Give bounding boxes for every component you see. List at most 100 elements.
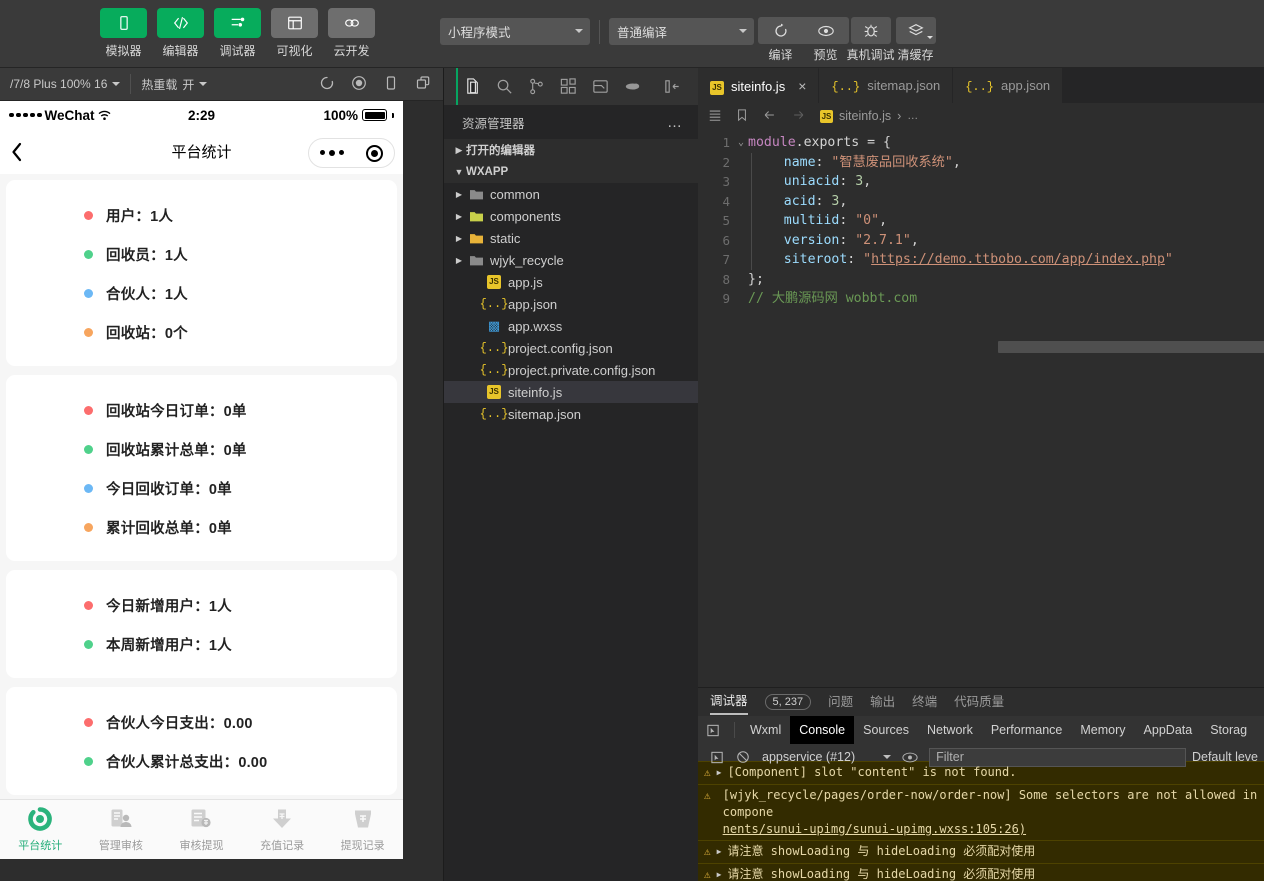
breadcrumb[interactable]: JS siteinfo.js › … xyxy=(820,109,918,123)
mode-button-label: 云开发 xyxy=(333,42,369,59)
devtools-tab-5[interactable]: Memory xyxy=(1071,716,1134,744)
file-tree-item[interactable]: {..}project.private.config.json xyxy=(444,359,698,381)
stats-scroll-area[interactable]: 用户：1人回收员：1人合伙人：1人回收站：0个回收站今日订单：0单回收站累计总单… xyxy=(0,174,403,819)
bookmark-icon[interactable] xyxy=(736,108,748,125)
devtools-tab-0[interactable]: Wxml xyxy=(741,716,790,744)
file-tree-item[interactable]: ▶static xyxy=(444,227,698,249)
collapse-panel-icon[interactable] xyxy=(656,68,688,105)
project-section[interactable]: ▼ WXAPP xyxy=(444,161,698,183)
devtools-tab-2[interactable]: Sources xyxy=(854,716,918,744)
code-line: 9// 大鹏源码网 wobbt.com xyxy=(698,289,1264,309)
context-select[interactable]: appservice (#12) xyxy=(756,750,897,764)
editor-tab-0[interactable]: JSsiteinfo.js× xyxy=(698,68,819,103)
file-tree-item[interactable]: {..}sitemap.json xyxy=(444,403,698,425)
console-log-row[interactable]: ⚠[wjyk_recycle/pages/order-now/order-now… xyxy=(698,784,1264,840)
tab-2[interactable]: 审核提现 xyxy=(161,800,242,859)
file-tree-label: static xyxy=(490,231,520,246)
extensions-icon[interactable] xyxy=(552,68,584,105)
tab-0[interactable]: 平台统计 xyxy=(0,800,81,859)
eye-icon[interactable] xyxy=(897,751,923,764)
source-control-icon[interactable] xyxy=(520,68,552,105)
file-tree-item[interactable]: {..}app.json xyxy=(444,293,698,315)
wechat-capsule[interactable] xyxy=(308,138,395,168)
tab-1[interactable]: 管理审核 xyxy=(81,800,162,859)
more-actions-icon[interactable]: … xyxy=(667,114,684,131)
open-editors-section[interactable]: ▶ 打开的编辑器 xyxy=(444,139,698,161)
mode-select[interactable]: 小程序模式 xyxy=(440,18,590,45)
action-button-1[interactable]: 预览 xyxy=(803,15,848,63)
close-icon[interactable]: × xyxy=(798,78,806,94)
file-tree: ▶common▶components▶static▶wjyk_recycleJS… xyxy=(444,183,698,425)
panel-tab-3[interactable]: 终端 xyxy=(912,691,937,714)
docker-icon[interactable] xyxy=(616,68,648,105)
tab-4[interactable]: 提现记录 xyxy=(322,800,403,859)
console-log-list[interactable]: ⚠▶[Component] slot "content" is not foun… xyxy=(698,761,1264,881)
device-icon[interactable] xyxy=(383,75,399,94)
files-icon[interactable] xyxy=(456,68,488,105)
file-tree-label: components xyxy=(490,209,561,224)
file-tree-item[interactable]: {..}project.config.json xyxy=(444,337,698,359)
console-log-row[interactable]: ⚠▶请注意 showLoading 与 hideLoading 必须配对使用 xyxy=(698,863,1264,881)
refresh-icon xyxy=(758,15,804,46)
code-area[interactable]: 1⌄module.exports = {2 name: "智慧废品回收系统",3… xyxy=(698,129,1264,309)
stat-row: 今日新增用户：1人 xyxy=(6,586,397,625)
log-level-select[interactable]: Default leve xyxy=(1192,750,1258,764)
mode-button-3[interactable]: 可视化 xyxy=(271,8,318,59)
expand-icon[interactable]: ▶ xyxy=(717,764,722,782)
file-tree-item[interactable]: ▶components xyxy=(444,205,698,227)
devtools-tab-3[interactable]: Network xyxy=(918,716,982,744)
device-select[interactable]: /7/8 Plus 100% 16 xyxy=(0,68,130,101)
fold-icon[interactable]: ⌄ xyxy=(734,133,748,153)
debug-icon[interactable] xyxy=(584,68,616,105)
mode-button-1[interactable]: 编辑器 xyxy=(157,8,204,59)
compile-select[interactable]: 普通编译 xyxy=(609,18,754,45)
devtools-tab-7[interactable]: Storag xyxy=(1201,716,1256,744)
tab-label: 审核提现 xyxy=(179,837,223,853)
clear-console-icon[interactable] xyxy=(730,750,756,764)
mode-button-4[interactable]: 云开发 xyxy=(328,8,375,59)
editor-tab-2[interactable]: {..}app.json xyxy=(953,68,1063,103)
windows-icon[interactable] xyxy=(415,75,431,94)
panel-tab-2[interactable]: 输出 xyxy=(870,691,895,714)
hot-reload-select[interactable]: 热重载 开 xyxy=(131,68,217,101)
file-tree-item[interactable]: JSapp.js xyxy=(444,271,698,293)
more-icon[interactable] xyxy=(320,150,345,157)
search-icon[interactable] xyxy=(488,68,520,105)
panel-tab-1[interactable]: 问题 xyxy=(828,691,853,714)
file-tree-item[interactable]: ▶wjyk_recycle xyxy=(444,249,698,271)
forward-arrow-icon[interactable] xyxy=(791,108,806,125)
recharge-icon xyxy=(269,806,295,835)
refresh-icon[interactable] xyxy=(319,75,335,94)
outline-icon[interactable] xyxy=(708,108,722,125)
file-tree-item[interactable]: ▩app.wxss xyxy=(444,315,698,337)
action-button-3[interactable]: 清缓存 xyxy=(893,15,938,63)
editor-tab-1[interactable]: {..}sitemap.json xyxy=(819,68,953,103)
action-button-0[interactable]: 编译 xyxy=(758,15,803,63)
record-icon[interactable] xyxy=(351,75,367,94)
bullet-icon xyxy=(84,523,93,532)
stat-text: 用户：1人 xyxy=(106,205,173,226)
tab-3[interactable]: 充值记录 xyxy=(242,800,323,859)
mode-button-0[interactable]: 模拟器 xyxy=(100,8,147,59)
file-tree-item[interactable]: ▶common xyxy=(444,183,698,205)
stat-text: 今日新增用户：1人 xyxy=(106,595,232,616)
devtools-tab-4[interactable]: Performance xyxy=(982,716,1072,744)
action-button-2[interactable]: 真机调试 xyxy=(848,15,893,63)
console-log-row[interactable]: ⚠▶请注意 showLoading 与 hideLoading 必须配对使用 xyxy=(698,840,1264,863)
expand-icon[interactable]: ▶ xyxy=(717,843,722,861)
mode-button-2[interactable]: 调试器 xyxy=(214,8,261,59)
element-picker-icon[interactable] xyxy=(698,723,728,738)
panel-tab-0[interactable]: 调试器 xyxy=(710,690,748,715)
devtools-tab-6[interactable]: AppData xyxy=(1135,716,1202,744)
stat-value: 0单 xyxy=(224,443,247,459)
horizontal-scrollbar[interactable] xyxy=(998,341,1264,353)
back-arrow-icon[interactable] xyxy=(762,108,777,125)
close-target-icon[interactable] xyxy=(366,145,383,162)
expand-icon[interactable]: ▶ xyxy=(717,866,722,881)
console-sidebar-icon[interactable] xyxy=(704,750,730,765)
line-number: 4 xyxy=(698,192,734,212)
panel-tab-4[interactable]: 代码质量 xyxy=(954,691,1004,714)
code-line: 6 version: "2.7.1", xyxy=(698,231,1264,251)
devtools-tab-1[interactable]: Console xyxy=(790,716,854,744)
file-tree-item[interactable]: JSsiteinfo.js xyxy=(444,381,698,403)
